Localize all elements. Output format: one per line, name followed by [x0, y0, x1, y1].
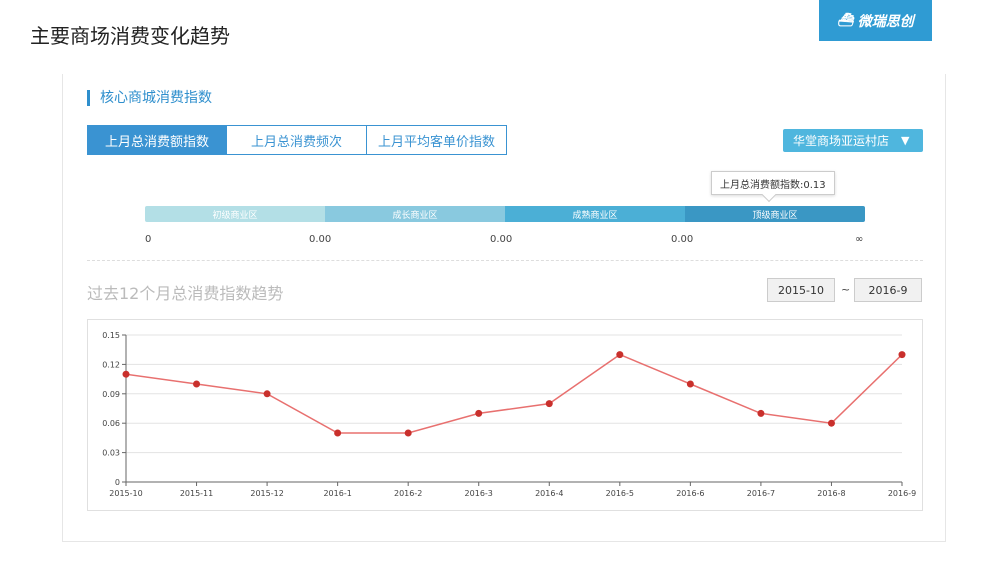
- data-point: [122, 370, 130, 378]
- brand-logo: ⛴ 微瑞思创: [819, 0, 932, 41]
- data-point: [545, 400, 553, 408]
- zone-primary: 初级商业区: [145, 206, 325, 222]
- x-tick-label: 2015-12: [250, 489, 283, 498]
- x-tick-label: 2016-8: [817, 489, 845, 498]
- data-point: [404, 429, 412, 437]
- index-tooltip: 上月总消费额指数:0.13: [711, 171, 835, 195]
- data-point: [827, 419, 835, 427]
- y-tick-label: 0: [115, 478, 120, 487]
- y-tick-label: 0.09: [102, 390, 120, 399]
- x-tick-label: 2016-7: [747, 489, 775, 498]
- x-tick-label: 2016-5: [606, 489, 634, 498]
- trend-chart: 0 0.03 0.06 0.09 0.12 0.15 2015-10 2015-11 2015-…: [87, 319, 923, 511]
- store-select-value: 华堂商场亚运村店: [793, 134, 890, 148]
- tab-total-frequency[interactable]: 上月总消费频次: [227, 125, 367, 155]
- divider: [87, 260, 923, 261]
- data-point: [898, 351, 906, 359]
- zone-value: 0.00: [309, 234, 332, 245]
- brand-name: 微瑞思创: [857, 13, 914, 30]
- submarine-icon: ⛴: [837, 13, 854, 28]
- x-tick-label: 2016-2: [394, 489, 422, 498]
- date-separator: ~: [841, 283, 851, 296]
- zone-value: 0.00: [490, 234, 513, 245]
- x-tick-label: 2015-11: [180, 489, 213, 498]
- date-to-picker[interactable]: 2016-9: [854, 278, 922, 302]
- x-tick-label: 2016-1: [323, 489, 351, 498]
- content-card: 核心商城消费指数 上月总消费额指数 上月总消费频次 上月平均客单价指数 华堂商场…: [62, 74, 946, 542]
- y-tick-label: 0.03: [102, 449, 120, 458]
- data-point: [616, 351, 624, 359]
- x-tick-label: 2015-10: [109, 489, 142, 498]
- x-tick-label: 2016-3: [465, 489, 493, 498]
- store-select[interactable]: 华堂商场亚运村店 ▼: [783, 129, 923, 152]
- section-title: 核心商城消费指数: [87, 90, 212, 106]
- chevron-down-icon: ▼: [901, 134, 910, 147]
- date-from-picker[interactable]: 2015-10: [767, 278, 835, 302]
- x-tick-label: 2016-4: [535, 489, 563, 498]
- data-point: [193, 380, 201, 388]
- data-point: [263, 390, 271, 398]
- zone-value: 0: [145, 234, 152, 245]
- zone-mature: 成熟商业区: [505, 206, 685, 222]
- data-point: [334, 429, 342, 437]
- x-tick-label: 2016-6: [676, 489, 704, 498]
- x-tick-label: 2016-9: [888, 489, 916, 498]
- tab-avg-ticket-index[interactable]: 上月平均客单价指数: [367, 125, 507, 155]
- y-tick-label: 0.06: [102, 419, 120, 428]
- data-point: [686, 380, 694, 388]
- y-tick-label: 0.12: [102, 360, 120, 369]
- trend-chart-svg: 0 0.03 0.06 0.09 0.12 0.15 2015-10 2015-11 2015-…: [102, 331, 916, 498]
- y-tick-label: 0.15: [102, 331, 120, 340]
- zone-bar: 初级商业区 成长商业区 成熟商业区 顶级商业区: [145, 206, 865, 222]
- page-title: 主要商场消费变化趋势: [30, 24, 230, 48]
- zone-value: 0.00: [671, 234, 694, 245]
- trend-title: 过去12个月总消费指数趋势: [87, 284, 284, 303]
- zone-growth: 成长商业区: [325, 206, 505, 222]
- data-point: [475, 409, 483, 417]
- tab-total-spend-index[interactable]: 上月总消费额指数: [87, 125, 227, 155]
- metric-tabs: 上月总消费额指数 上月总消费频次 上月平均客单价指数: [87, 125, 507, 155]
- zone-value: ∞: [855, 234, 864, 245]
- data-point: [757, 409, 765, 417]
- zone-top: 顶级商业区: [685, 206, 865, 222]
